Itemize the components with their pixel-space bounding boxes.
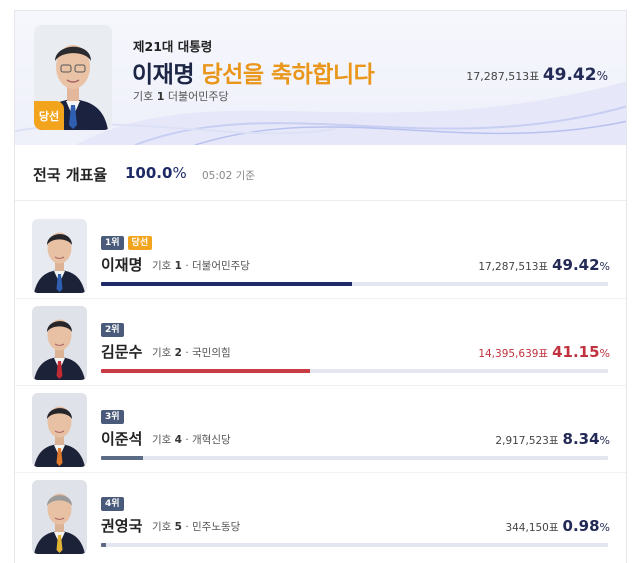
candidate-name: 권영국 [101,517,143,535]
vote-percent: 8.34 [562,430,600,448]
candidate-name: 이재명 [101,256,143,274]
party-name: 더불어민주당 [167,90,229,103]
winner-party-info: 기호 1 더불어민주당 [133,88,229,104]
count-rate-row: 전국 개표율 100.0% 05:02 기준 [15,145,626,201]
vote-count: 2,917,523표 [495,435,559,447]
vote-share-bar [101,543,608,547]
count-rate-label: 전국 개표율 [33,166,108,184]
candidate-photo [32,480,87,554]
candidate-party-info: 기호 5 · 민주노동당 [152,519,240,534]
vote-percent: 49.42 [542,65,597,85]
count-rate-number: 100.0 [125,164,173,182]
rank-badges: 1위 당선 [101,236,153,250]
candidate-party-info: 기호 2 · 국민의힘 [152,345,231,360]
candidate-photo [32,306,87,380]
winner-headline: 이재명 당선을 축하합니다 [132,55,375,89]
candidate-vote-total: 2,917,523표 8.34% [495,430,610,448]
candidate-row[interactable]: 4위권영국 기호 5 · 민주노동당 344,150표 0.98% [15,472,626,560]
candidate-vote-total: 14,395,639표 41.15% [478,343,610,361]
symbol-number: 1 [156,90,165,103]
symbol-label: 기호 [152,434,172,446]
percent-sign: % [599,347,610,360]
vote-share-fill [101,369,310,373]
symbol-number: 1 [174,260,182,272]
rank-badges: 3위 [101,410,124,424]
symbol-number: 5 [174,521,182,533]
elected-badge: 당선 [34,101,64,130]
candidate-row[interactable]: 1위 당선이재명 기호 1 · 더불어민주당 17,287,513표 49.42% [15,211,626,299]
winner-vote-total: 17,287,513표 49.42% [466,65,608,85]
separator-dot: · [181,521,192,533]
count-rate-value: 100.0% [125,164,187,182]
elected-badge: 당선 [127,236,153,250]
candidate-vote-total: 344,150표 0.98% [505,517,610,535]
symbol-label: 기호 [133,90,154,103]
symbol-label: 기호 [152,347,172,359]
congrats-message: 당선을 축하합니다 [201,62,375,88]
vote-share-bar [101,456,608,460]
percent-sign: % [599,521,610,534]
party-name: 국민의힘 [192,347,231,359]
winner-banner: 당선 제21대 대통령 이재명 당선을 축하합니다 기호 1 더불어민주당 17… [15,11,626,145]
vote-share-bar [101,282,608,286]
candidate-vote-total: 17,287,513표 49.42% [478,256,610,274]
percent-sign: % [599,434,610,447]
rank-badges: 2위 [101,323,124,337]
count-timestamp: 05:02 기준 [202,170,255,182]
candidate-photo [32,393,87,467]
candidate-name: 김문수 [101,343,143,361]
rank-badge: 2위 [101,323,124,337]
winner-name: 이재명 [132,62,194,88]
election-result-panel: 당선 제21대 대통령 이재명 당선을 축하합니다 기호 1 더불어민주당 17… [14,10,627,563]
separator-dot: · [181,260,192,272]
symbol-number: 2 [174,347,182,359]
vote-share-fill [101,543,106,547]
vote-percent: 49.42 [552,256,600,274]
separator-dot: · [181,347,192,359]
candidate-party-info: 기호 4 · 개혁신당 [152,432,231,447]
symbol-number: 4 [174,434,182,446]
vote-share-fill [101,456,143,460]
vote-count: 17,287,513표 [478,261,549,273]
vote-percent: 41.15 [552,343,600,361]
candidate-row[interactable]: 2위김문수 기호 2 · 국민의힘 14,395,639표 41.15% [15,298,626,386]
symbol-label: 기호 [152,521,172,533]
vote-count: 17,287,513표 [466,70,540,83]
rank-badge: 4위 [101,497,124,511]
rank-badge: 1위 [101,236,124,250]
vote-count: 14,395,639표 [478,348,549,360]
party-name: 더불어민주당 [192,260,250,272]
symbol-label: 기호 [152,260,172,272]
election-title: 제21대 대통령 [133,39,213,54]
vote-share-fill [101,282,352,286]
party-name: 민주노동당 [192,521,241,533]
percent-sign: % [172,164,187,182]
percent-sign: % [596,69,608,83]
separator-dot: · [181,434,192,446]
candidate-party-info: 기호 1 · 더불어민주당 [152,258,250,273]
vote-share-bar [101,369,608,373]
candidate-name: 이준석 [101,430,143,448]
percent-sign: % [599,260,610,273]
vote-percent: 0.98 [562,517,600,535]
candidate-photo [32,219,87,293]
vote-count: 344,150표 [505,522,559,534]
party-name: 개혁신당 [192,434,231,446]
candidate-row[interactable]: 3위이준석 기호 4 · 개혁신당 2,917,523표 8.34% [15,385,626,473]
rank-badges: 4위 [101,497,124,511]
rank-badge: 3위 [101,410,124,424]
